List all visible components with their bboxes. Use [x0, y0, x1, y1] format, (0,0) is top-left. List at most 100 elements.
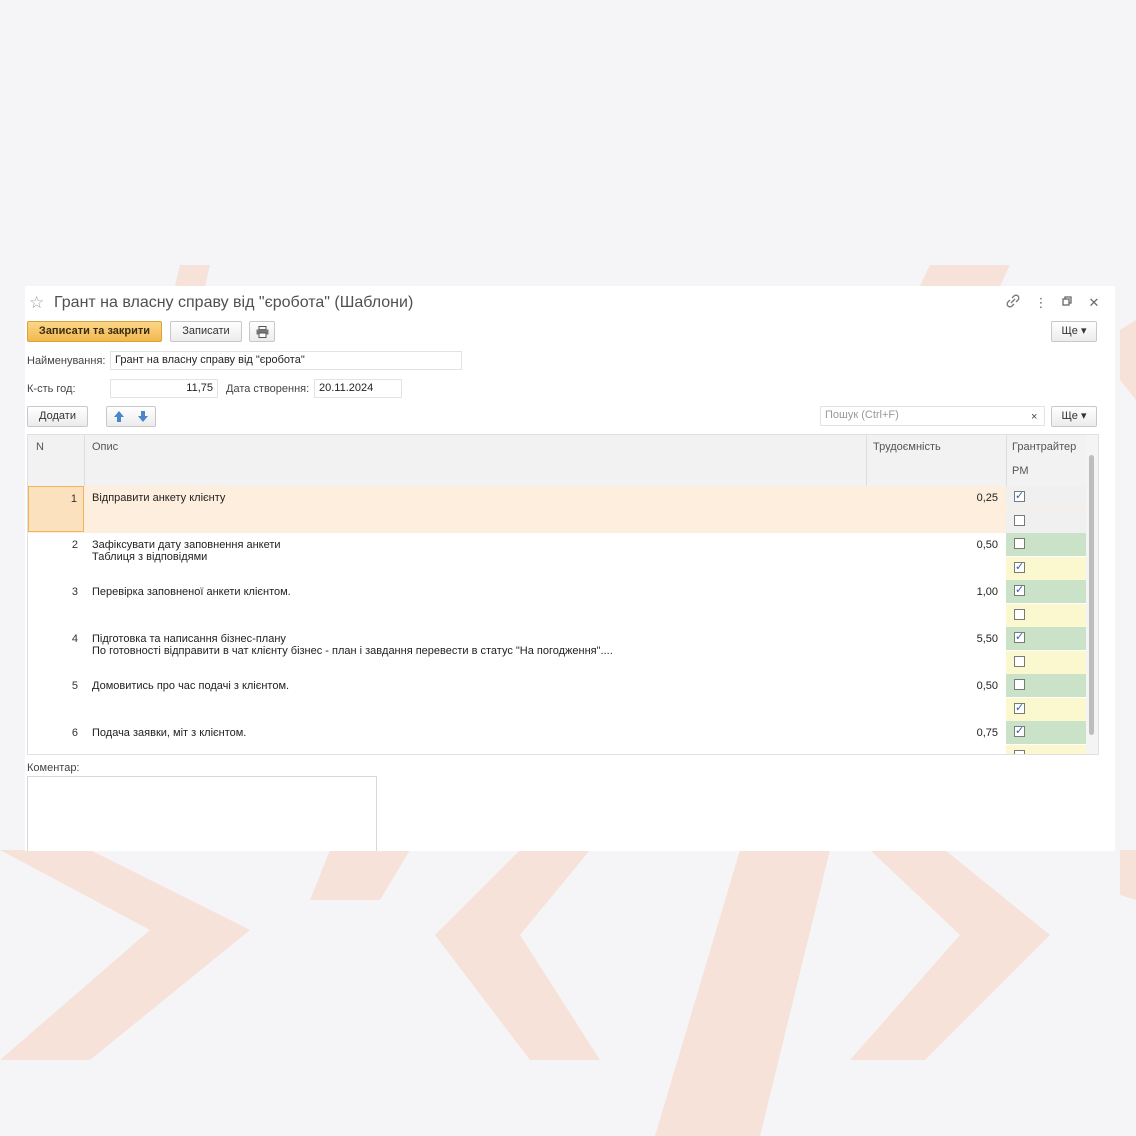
star-icon[interactable]: ☆ — [29, 294, 44, 312]
comment-label: Коментар: — [27, 762, 80, 774]
column-header-n[interactable]: N — [36, 441, 44, 453]
row-number: 6 — [71, 727, 78, 739]
row-description: Домовитись про час подачі з клієнтом. — [92, 680, 862, 692]
table-more-button[interactable]: Ще ▾ — [1051, 406, 1097, 427]
row-description: Відправити анкету клієнту — [92, 492, 862, 504]
description-line: Подача заявки, міт з клієнтом. — [92, 727, 247, 739]
grantwriter-cell: ✓ — [1006, 580, 1086, 603]
grantwriter-cell: ✓ — [1006, 721, 1086, 744]
pm-checkbox[interactable]: ✓ — [1014, 562, 1025, 573]
pm-cell: ✓ — [1006, 557, 1086, 580]
row-description: Перевірка заповненої анкети клієнтом. — [92, 586, 862, 598]
description-line: Домовитись про час подачі з клієнтом. — [92, 680, 290, 692]
chevron-shape — [1120, 320, 1136, 400]
move-buttons-group — [106, 406, 156, 427]
grantwriter-checkbox[interactable]: ✓ — [1014, 491, 1025, 502]
chevron-shape — [1120, 850, 1136, 900]
creation-date-label: Дата створення: — [226, 383, 310, 395]
close-icon[interactable]: ✕ — [1086, 294, 1102, 312]
column-header-description[interactable]: Опис — [92, 441, 118, 453]
table-scrollbar[interactable] — [1086, 435, 1098, 754]
more-actions-button[interactable]: Ще ▾ — [1051, 321, 1097, 342]
comment-textarea[interactable] — [27, 776, 377, 851]
table-row[interactable]: 5 Домовитись про час подачі з клієнтом. 0,… — [28, 674, 1086, 722]
tasks-table: N Опис Трудоємність Грантрайтер PM 1 Відп… — [27, 434, 1099, 755]
column-header-effort[interactable]: Трудоємність — [873, 441, 941, 453]
row-description: Зафіксувати дату заповнення анкети Таблиц… — [92, 539, 862, 563]
table-row[interactable]: 1 Відправити анкету клієнту 0,25 ✓ — [28, 486, 1086, 534]
row-description: Підготовка та написання бізнес-плану По г… — [92, 633, 862, 657]
row-number: 2 — [71, 539, 78, 551]
row-effort: 0,50 — [976, 680, 998, 692]
grantwriter-cell — [1006, 533, 1086, 556]
chevron-shape — [0, 850, 250, 1060]
chevron-shape — [435, 850, 600, 1060]
row-number: 5 — [71, 680, 78, 692]
description-line: Підготовка та написання бізнес-плану — [92, 633, 286, 645]
row-effort: 0,75 — [976, 727, 998, 739]
row-effort: 1,00 — [976, 586, 998, 598]
save-button[interactable]: Записати — [170, 321, 242, 342]
grantwriter-checkbox[interactable]: ✓ — [1014, 632, 1025, 643]
pm-checkbox[interactable] — [1014, 609, 1025, 620]
grantwriter-checkbox[interactable]: ✓ — [1014, 585, 1025, 596]
slash-shape — [310, 850, 410, 900]
row-number: 4 — [71, 633, 78, 645]
chevron-shape — [850, 850, 1050, 1060]
creation-date-field[interactable]: 20.11.2024 — [314, 379, 402, 398]
description-line: По готовності відправити в чат клієнту б… — [92, 645, 613, 657]
grantwriter-checkbox[interactable] — [1014, 538, 1025, 549]
row-number: 3 — [71, 586, 78, 598]
save-and-close-button[interactable]: Записати та закрити — [27, 321, 162, 342]
printer-icon — [256, 326, 269, 341]
slash-shape — [175, 265, 210, 286]
table-row[interactable]: 3 Перевірка заповненої анкети клієнтом. 1,… — [28, 580, 1086, 628]
slash-shape — [920, 265, 1010, 286]
print-button[interactable] — [249, 321, 275, 342]
description-line: Перевірка заповненої анкети клієнтом. — [92, 586, 291, 598]
form-window: ☆ Грант на власну справу від "єробота" (… — [25, 286, 1115, 851]
table-row[interactable]: 6 Подача заявки, міт з клієнтом. 0,75 ✓ — [28, 721, 1086, 754]
title-bar: ☆ Грант на власну справу від "єробота" (… — [25, 294, 1115, 314]
name-field[interactable]: Грант на власну справу від "єробота" — [110, 351, 462, 370]
pm-checkbox[interactable] — [1014, 515, 1025, 526]
description-line: Таблиця з відповідями — [92, 551, 208, 563]
column-header-grantwriter[interactable]: Грантрайтер — [1012, 441, 1076, 453]
link-icon[interactable] — [1005, 294, 1021, 312]
row-effort: 5,50 — [976, 633, 998, 645]
add-button[interactable]: Додати — [27, 406, 88, 427]
row-description: Подача заявки, міт з клієнтом. — [92, 727, 862, 739]
search-input[interactable]: Пошук (Ctrl+F) — [820, 406, 1045, 426]
pm-cell — [1006, 604, 1086, 627]
pm-checkbox[interactable] — [1014, 750, 1025, 754]
restore-icon[interactable] — [1059, 294, 1075, 312]
arrow-down-icon[interactable] — [137, 410, 149, 430]
name-label: Найменування: — [27, 355, 106, 367]
pm-cell — [1006, 651, 1086, 674]
pm-cell — [1006, 745, 1086, 754]
row-number: 1 — [28, 486, 84, 532]
scrollbar-thumb[interactable] — [1089, 455, 1094, 735]
grantwriter-cell — [1006, 674, 1086, 697]
hours-label: К-сть год: — [27, 383, 76, 395]
column-header-pm[interactable]: PM — [1012, 465, 1029, 477]
description-line: Зафіксувати дату заповнення анкети — [92, 539, 281, 551]
arrow-up-icon[interactable] — [113, 410, 125, 430]
grantwriter-cell: ✓ — [1006, 486, 1086, 509]
description-line: Відправити анкету клієнту — [92, 492, 226, 504]
pm-cell — [1006, 510, 1086, 533]
pm-checkbox[interactable]: ✓ — [1014, 703, 1025, 714]
grantwriter-cell: ✓ — [1006, 627, 1086, 650]
row-effort: 0,50 — [976, 539, 998, 551]
table-header: N Опис Трудоємність Грантрайтер PM — [28, 435, 1098, 487]
window-title: Грант на власну справу від "єробота" (Ша… — [54, 294, 414, 311]
grantwriter-checkbox[interactable] — [1014, 679, 1025, 690]
more-vert-icon[interactable]: ⋮ — [1033, 294, 1049, 312]
table-row[interactable]: 2 Зафіксувати дату заповнення анкети Табли… — [28, 533, 1086, 581]
clear-search-icon[interactable]: × — [1031, 410, 1037, 424]
hours-field[interactable]: 11,75 — [110, 379, 218, 398]
grantwriter-checkbox[interactable]: ✓ — [1014, 726, 1025, 737]
pm-checkbox[interactable] — [1014, 656, 1025, 667]
table-row[interactable]: 4 Підготовка та написання бізнес-плану По … — [28, 627, 1086, 675]
row-effort: 0,25 — [976, 492, 998, 504]
